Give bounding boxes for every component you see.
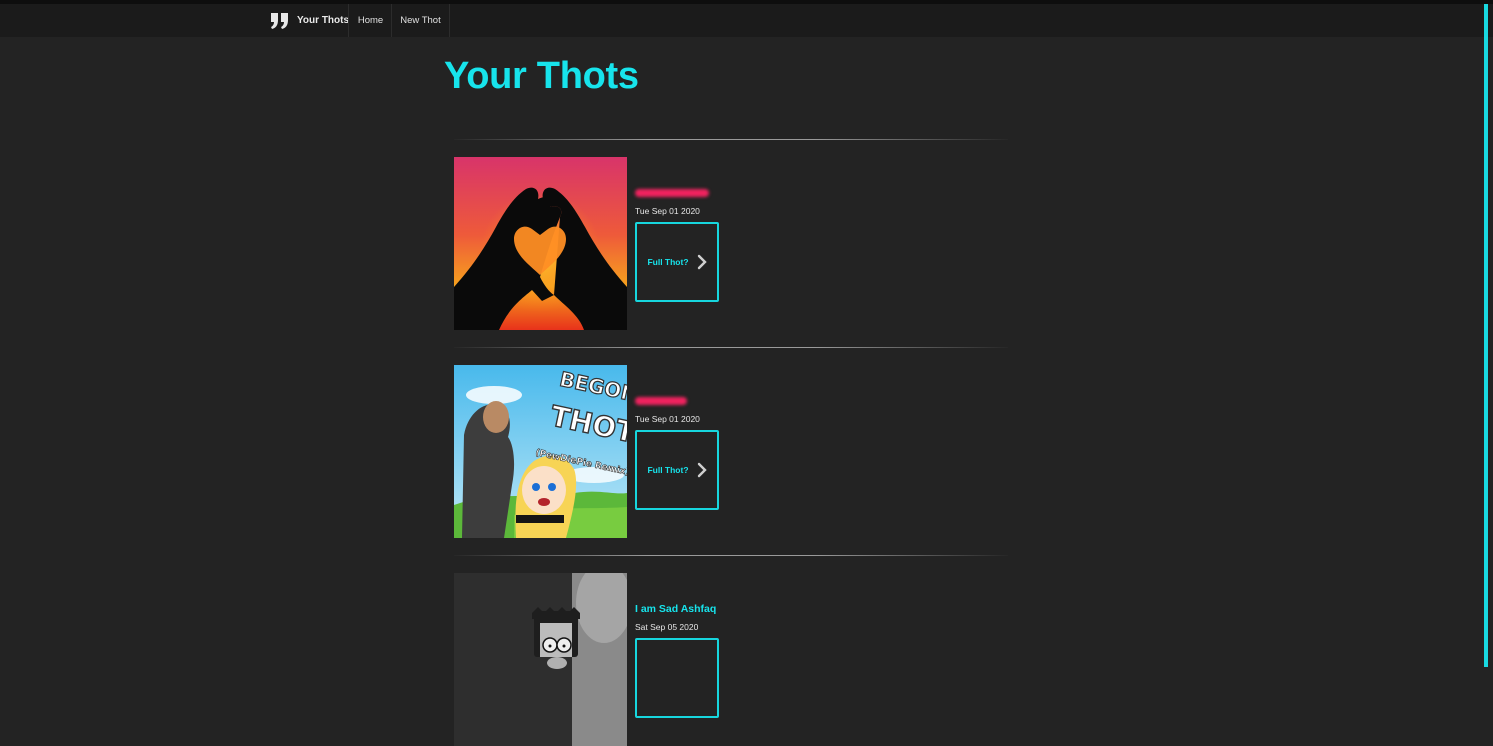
navbar xyxy=(0,4,1493,37)
thot-date: Sat Sep 05 2020 xyxy=(635,622,699,632)
thot-thumbnail[interactable] xyxy=(454,573,627,746)
thot-card: BEGONE THOT! (PewDiePie Remix) Tue Sep 0… xyxy=(454,365,1014,538)
thot-date: Tue Sep 01 2020 xyxy=(635,206,700,216)
thot-title[interactable]: I am Sad Ashfaq xyxy=(635,603,716,615)
quote-icon xyxy=(271,12,288,29)
brand-name: Your Thots xyxy=(297,15,350,26)
nav-home-link[interactable]: Home xyxy=(348,4,392,37)
thot-thumbnail[interactable]: BEGONE THOT! (PewDiePie Remix) xyxy=(454,365,627,538)
chevron-right-icon xyxy=(697,462,707,478)
thot-title[interactable] xyxy=(635,395,687,407)
thot-thumbnail[interactable] xyxy=(454,157,627,330)
page-title: Your Thots xyxy=(444,55,639,97)
nav-new-thot-link[interactable]: New Thot xyxy=(391,4,450,37)
thot-date: Tue Sep 01 2020 xyxy=(635,414,700,424)
thot-card: Tue Sep 01 2020 Full Thot? xyxy=(454,157,1014,330)
scrollbar[interactable] xyxy=(1484,4,1488,667)
redacted-title xyxy=(635,397,687,406)
full-thot-button[interactable] xyxy=(635,638,719,718)
chevron-right-icon xyxy=(697,254,707,270)
thot-card: I am Sad Ashfaq Sat Sep 05 2020 xyxy=(454,573,1014,746)
redacted-title xyxy=(635,189,709,198)
divider xyxy=(454,139,1008,140)
full-thot-label: Full Thot? xyxy=(647,465,689,475)
divider xyxy=(454,555,1008,556)
divider xyxy=(454,347,1008,348)
full-thot-button[interactable]: Full Thot? xyxy=(635,430,719,510)
thot-title[interactable] xyxy=(635,187,709,199)
brand-link[interactable]: Your Thots xyxy=(270,4,349,37)
full-thot-label: Full Thot? xyxy=(647,257,689,267)
full-thot-button[interactable]: Full Thot? xyxy=(635,222,719,302)
